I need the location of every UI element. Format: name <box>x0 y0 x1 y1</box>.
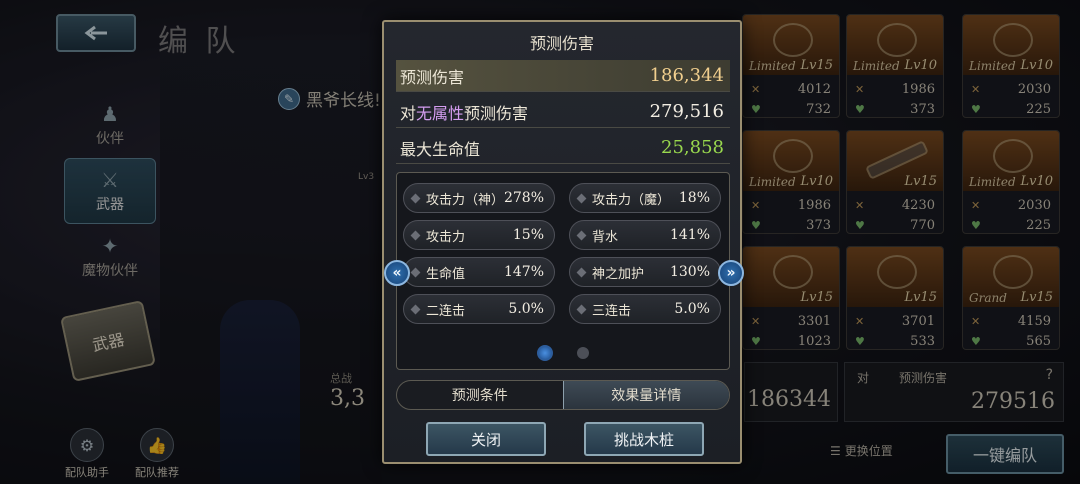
tab-prediction-conditions[interactable]: 预测条件 <box>397 381 563 409</box>
tab-effect-details[interactable]: 效果量详情 <box>562 381 729 409</box>
stat-chip-label: 二连击 <box>426 303 466 319</box>
stat-chip: 攻击力（神） 278% <box>403 183 555 213</box>
stat-chip: 攻击力（魔） 18% <box>569 183 721 213</box>
close-button-label: 关闭 <box>470 430 501 449</box>
effect-detail-panel: 攻击力（神） 278% 攻击力（魔） 18% 攻击力 15% 背水 141% 生… <box>396 172 730 370</box>
stat-chip-label: 生命值 <box>426 266 466 282</box>
damage-prediction-modal: 预测伤害 预测伤害 186,344 对无属性预测伤害 279,516 最大生命值… <box>382 20 744 464</box>
stat-chip-label: 攻击力（魔） <box>592 192 671 208</box>
predicted-damage-value: 186,344 <box>649 65 724 86</box>
stat-chip-label: 背水 <box>592 229 619 245</box>
stat-chip: 神之加护 130% <box>569 257 721 287</box>
stat-chip-label: 神之加护 <box>592 266 645 282</box>
attribute-damage-row: 对无属性预测伤害 279,516 <box>396 96 730 128</box>
stat-chip-value: 147% <box>503 264 544 280</box>
challenge-dummy-label: 挑战木桩 <box>613 430 674 449</box>
stat-chip-label: 攻击力 <box>426 229 466 245</box>
page-indicator <box>397 345 729 361</box>
max-hp-row: 最大生命值 25,858 <box>396 132 730 164</box>
stat-chip: 三连击 5.0% <box>569 294 721 324</box>
stat-chip-label: 攻击力（神） <box>426 192 505 208</box>
modal-title: 预测伤害 <box>529 34 594 53</box>
stat-chip-value: 18% <box>678 190 710 206</box>
attribute-name: 无属性 <box>416 103 465 123</box>
modal-tabs: 预测条件 效果量详情 <box>396 380 730 410</box>
stat-chip-value: 278% <box>503 190 544 206</box>
page-dot-active[interactable] <box>537 345 553 361</box>
predicted-damage-label: 预测伤害 <box>400 67 465 87</box>
stat-chip-value: 130% <box>669 264 710 280</box>
challenge-dummy-button[interactable]: 挑战木桩 <box>584 422 704 456</box>
stat-chip: 生命值 147% <box>403 257 555 287</box>
close-button[interactable]: 关闭 <box>426 422 546 456</box>
prev-page-button[interactable]: « <box>384 260 410 286</box>
stat-chip: 攻击力 15% <box>403 220 555 250</box>
next-page-button[interactable]: » <box>718 260 744 286</box>
chevron-double-right-icon: » <box>726 265 736 281</box>
stat-chip: 背水 141% <box>569 220 721 250</box>
predicted-damage-row: 预测伤害 186,344 <box>396 60 730 92</box>
chevron-double-left-icon: « <box>392 265 402 281</box>
page-dot[interactable] <box>577 347 589 359</box>
stat-chip-label: 三连击 <box>592 303 632 319</box>
max-hp-label: 最大生命值 <box>400 139 481 159</box>
stat-chip-value: 15% <box>512 227 544 243</box>
stat-chip-value: 5.0% <box>674 301 710 317</box>
stat-chip: 二连击 5.0% <box>403 294 555 324</box>
stat-chip-value: 5.0% <box>508 301 544 317</box>
max-hp-value: 25,858 <box>661 137 724 158</box>
stat-chip-value: 141% <box>669 227 710 243</box>
attribute-damage-value: 279,516 <box>649 101 724 122</box>
attribute-damage-label: 对无属性预测伤害 <box>400 103 529 123</box>
